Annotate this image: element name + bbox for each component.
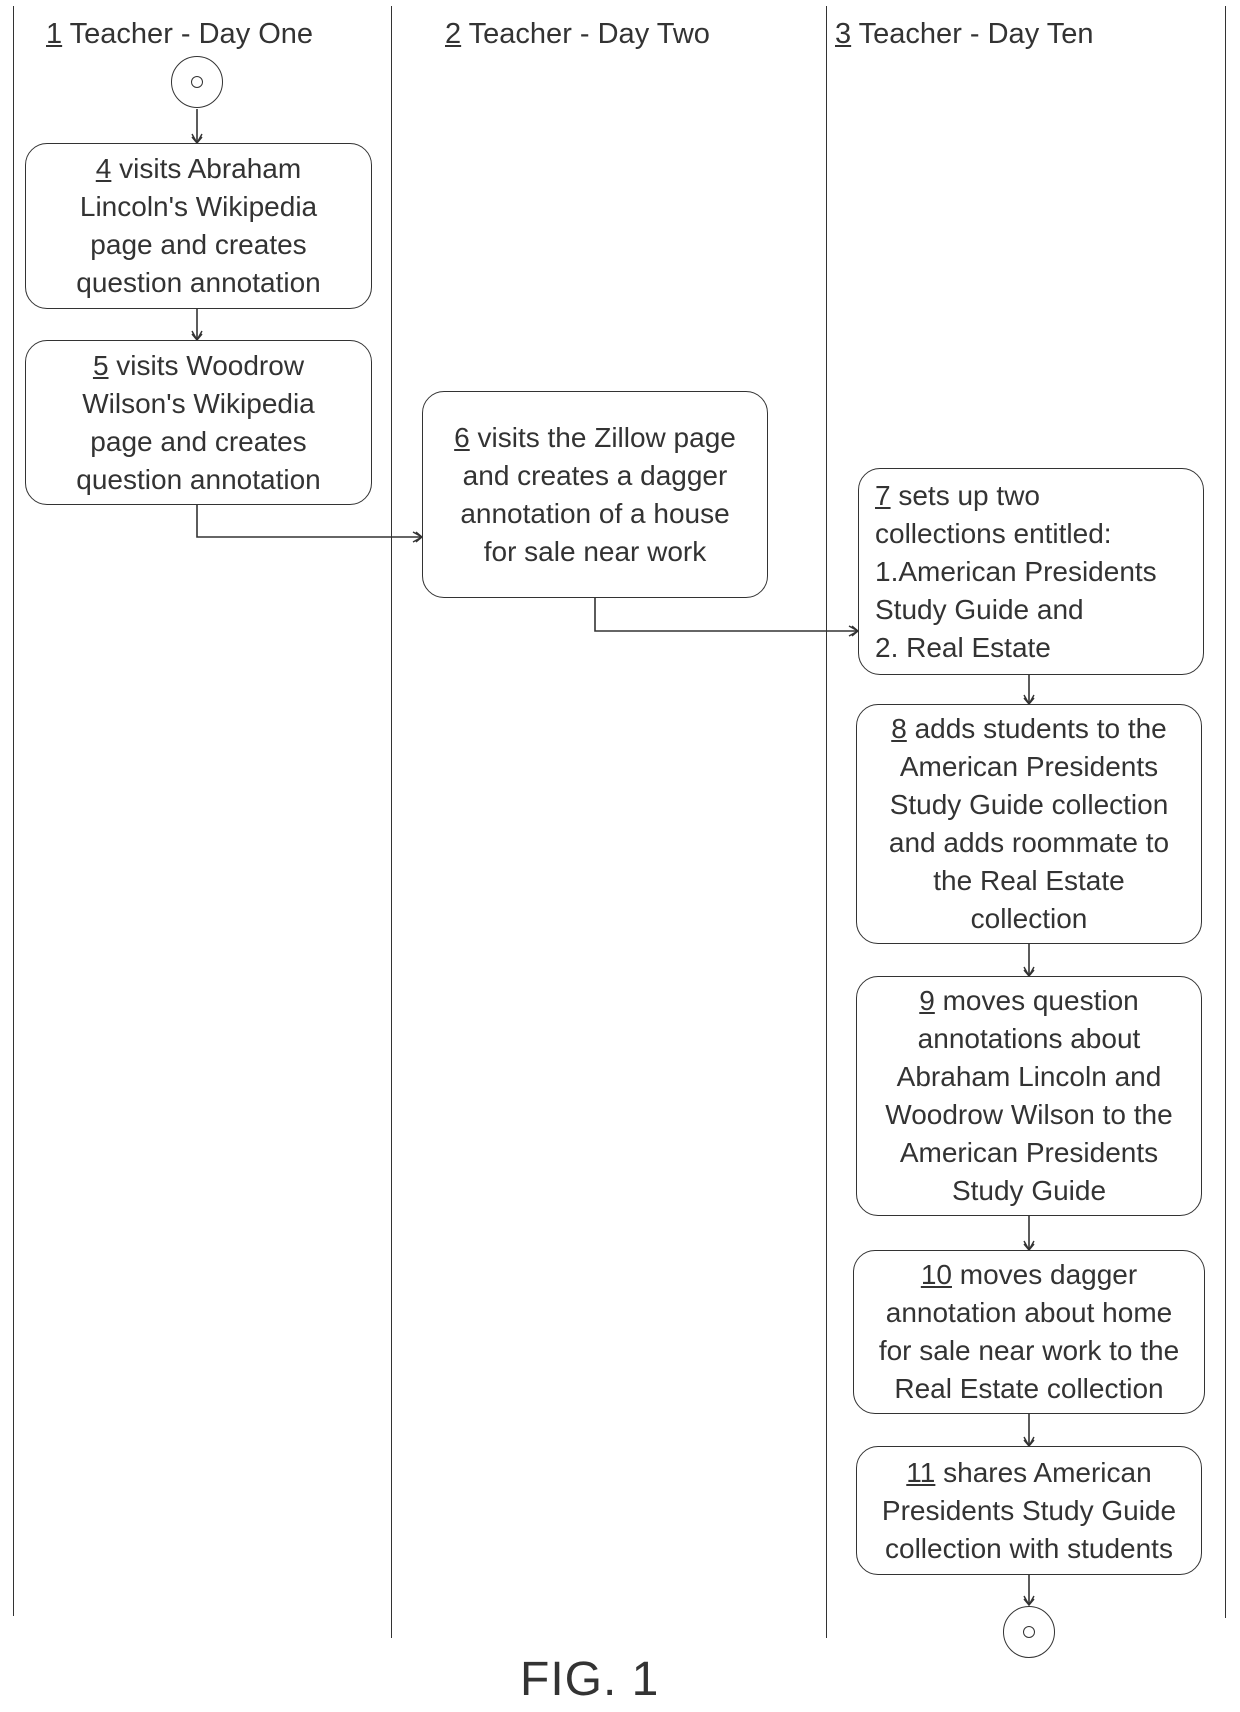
arrow-5-to-6 [196, 505, 424, 543]
activity-5: 5 visits Woodrow Wilson's Wikipedia page… [25, 340, 372, 505]
activity-number: 7 [875, 479, 891, 511]
activity-11: 11 shares American Presidents Study Guid… [856, 1446, 1202, 1575]
activity-7: 7 sets up two collections entitled: 1.Am… [858, 468, 1204, 675]
activity-text: visits the Zillow page and creates a dag… [460, 421, 736, 567]
figure-caption: FIG. 1 [520, 1653, 660, 1706]
activity-number: 11 [906, 1456, 936, 1488]
activity-number: 8 [891, 713, 907, 744]
arrow-6-to-7 [594, 598, 860, 637]
activity-text: visits Woodrow Wilson's Wikipedia page a… [76, 349, 321, 495]
start-node-icon [171, 56, 223, 108]
activity-number: 5 [92, 349, 109, 381]
end-node-icon [1003, 1606, 1055, 1658]
activity-number: 6 [454, 421, 470, 453]
activity-text: visits Abraham Lincoln's Wikipedia page … [76, 153, 321, 298]
activity-number: 10 [920, 1259, 952, 1290]
activity-4: 4 visits Abraham Lincoln's Wikipedia pag… [25, 143, 372, 309]
activity-8: 8 adds students to the American Presiden… [856, 704, 1202, 944]
activity-9: 9 moves question annotations about Abrah… [856, 976, 1202, 1216]
activity-text: moves question annotations about Abraham… [885, 985, 1173, 1206]
activity-text: sets up two collections entitled: 1.Amer… [875, 479, 1157, 663]
activity-10: 10 moves dagger annotation about home fo… [853, 1250, 1205, 1414]
activity-number: 4 [95, 153, 112, 184]
activity-number: 9 [919, 985, 935, 1016]
activity-6: 6 visits the Zillow page and creates a d… [422, 391, 768, 598]
activity-text: adds students to the American Presidents… [888, 713, 1170, 934]
